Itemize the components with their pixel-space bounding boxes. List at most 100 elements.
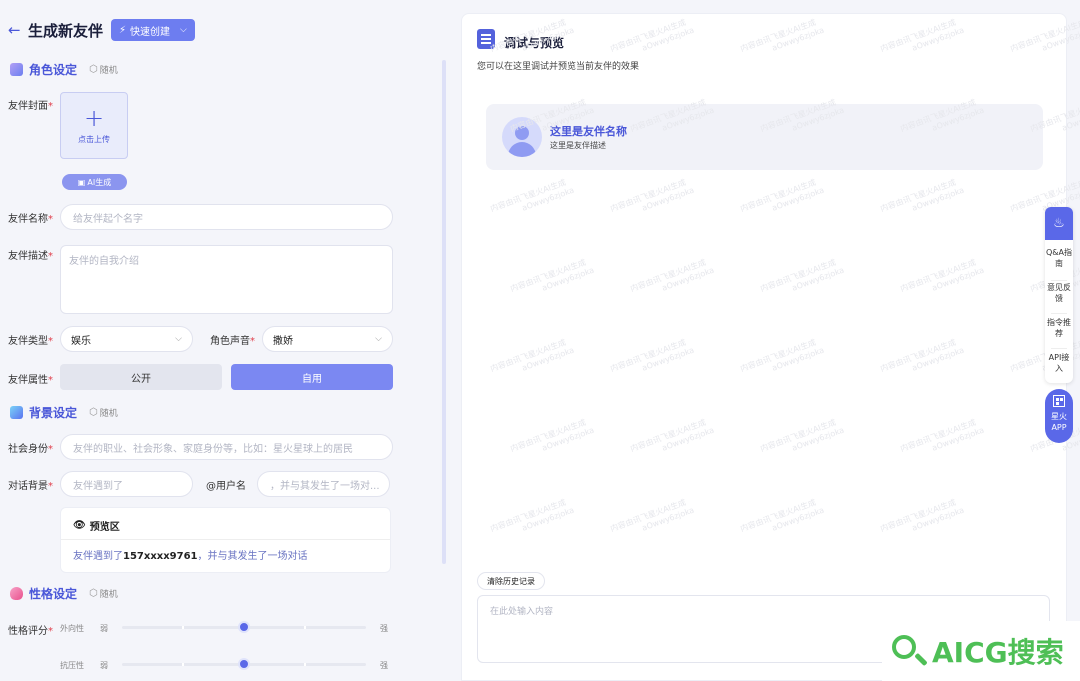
- identity-input[interactable]: 友伴的职业、社会形象、家庭身份等，比如：星火星球上的居民: [60, 434, 393, 460]
- preview-divider: [61, 539, 390, 540]
- chevron-down-icon: ⌵: [180, 25, 187, 35]
- slider-extraversion-weak: 弱: [100, 624, 108, 633]
- slider-resilience-knob[interactable]: [238, 658, 250, 670]
- page-title: 生成新友伴: [28, 21, 104, 40]
- side-divider: [1051, 280, 1067, 281]
- required-mark: *: [48, 214, 53, 225]
- random-personality-button[interactable]: ⬡ 随机: [89, 587, 118, 600]
- type-label-text: 友伴类型: [8, 336, 48, 347]
- preview-suffix: ，并与其发生了一场对话: [197, 551, 308, 562]
- side-item-qa-label: Q&A指南: [1045, 248, 1072, 268]
- spark-app-label: 星火APP: [1051, 412, 1067, 432]
- section-personality: 性格设定 ⬡ 随机: [10, 585, 118, 602]
- cover-label: 友伴封面*: [8, 97, 53, 112]
- name-input[interactable]: 给友伴起个名字: [60, 204, 393, 230]
- dialog-input-end[interactable]: ，并与其发生了一场对...: [257, 471, 390, 497]
- spark-app-button[interactable]: 星火APP: [1045, 389, 1073, 443]
- section-background: 背景设定 ⬡ 随机: [10, 404, 118, 421]
- companion-desc: 这里是友伴描述: [550, 141, 606, 150]
- chat-input-placeholder: 在此处输入内容: [490, 607, 554, 617]
- required-mark: *: [48, 375, 53, 386]
- cube-icon: ⬡: [89, 64, 98, 75]
- image-icon: ▣: [77, 177, 86, 187]
- back-arrow-icon[interactable]: ←: [8, 21, 21, 39]
- voice-label: 角色声音*: [210, 332, 255, 347]
- dialog-input-start[interactable]: 友伴遇到了: [60, 471, 193, 497]
- side-item-api[interactable]: API接入: [1045, 352, 1073, 374]
- voice-select[interactable]: 撒娇 ⌵: [262, 326, 393, 352]
- side-divider: [1051, 348, 1067, 349]
- required-mark: *: [250, 336, 255, 347]
- cube-icon: ⬡: [89, 407, 98, 418]
- side-item-qa[interactable]: Q&A指南: [1045, 247, 1073, 269]
- ai-generate-label: AI生成: [87, 177, 112, 187]
- clear-history-button[interactable]: 清除历史记录: [477, 572, 545, 590]
- preview-user: 157xxxx9761: [123, 551, 198, 562]
- identity-label-text: 社会身份: [8, 444, 48, 455]
- role-section-icon: [10, 63, 23, 76]
- companion-form-panel: ← 生成新友伴 ⚡ 快速创建 ⌵ 角色设定 ⬡ 随机 友伴封面* + 点击上传 ▣…: [0, 0, 452, 681]
- attr-private-button[interactable]: 自用: [231, 364, 393, 390]
- required-mark: *: [48, 251, 53, 262]
- desc-label: 友伴描述*: [8, 247, 53, 262]
- side-item-feedback[interactable]: 意见反馈: [1045, 282, 1073, 304]
- voice-label-text: 角色声音: [210, 336, 250, 347]
- preview-title: 预览区: [89, 522, 120, 533]
- identity-label: 社会身份*: [8, 440, 53, 455]
- random-label: 随机: [99, 66, 118, 76]
- attr-label: 友伴属性*: [8, 371, 53, 386]
- upload-text: 点击上传: [78, 135, 110, 144]
- ai-generate-button[interactable]: ▣ AI生成: [62, 174, 127, 190]
- type-select[interactable]: 娱乐 ⌵: [60, 326, 193, 352]
- form-scrollbar[interactable]: [442, 60, 446, 564]
- required-mark: *: [48, 101, 53, 112]
- aicg-logo: AICG搜索: [882, 621, 1080, 681]
- aicg-logo-text: AICG搜索: [932, 636, 1064, 669]
- name-label: 友伴名称*: [8, 210, 53, 225]
- attr-public-button[interactable]: 公开: [60, 364, 222, 390]
- plus-icon: +: [83, 104, 105, 132]
- side-item-commands-label: 指令推荐: [1047, 318, 1071, 338]
- background-section-icon: [10, 406, 23, 419]
- form-header: ← 生成新友伴 ⚡ 快速创建 ⌵: [8, 17, 195, 43]
- slider-tick: [182, 626, 184, 629]
- side-item-commands[interactable]: 指令推荐: [1045, 317, 1073, 339]
- slider-resilience-weak: 弱: [100, 661, 108, 670]
- dialog-placeholder: 友伴遇到了: [73, 480, 123, 492]
- preview-header: 👁 预览区: [73, 518, 120, 533]
- lightning-icon: ⚡: [119, 24, 127, 36]
- spark-icon[interactable]: ♨: [1045, 207, 1073, 240]
- quick-create-dropdown[interactable]: ⚡ 快速创建 ⌵: [111, 19, 195, 41]
- cover-label-text: 友伴封面: [8, 101, 48, 112]
- attr-label-text: 友伴属性: [8, 375, 48, 386]
- attr-private-label: 自用: [302, 373, 322, 385]
- heart-icon: [10, 587, 23, 600]
- slider-resilience-name: 抗压性: [60, 661, 84, 670]
- at-user-label: @用户名: [206, 481, 246, 492]
- section-role: 角色设定 ⬡ 随机: [10, 61, 118, 78]
- slider-resilience-strong: 强: [380, 661, 388, 670]
- magnifier-icon: [890, 631, 930, 671]
- random-role-button[interactable]: ⬡ 随机: [89, 63, 118, 76]
- desc-placeholder: 友伴的自我介绍: [69, 256, 139, 267]
- attr-public-label: 公开: [131, 373, 151, 385]
- cube-icon: ⬡: [89, 588, 98, 599]
- eye-icon: 👁: [73, 520, 86, 531]
- cover-upload-button[interactable]: + 点击上传: [60, 92, 128, 159]
- slider-extraversion-knob[interactable]: [238, 621, 250, 633]
- name-placeholder: 给友伴起个名字: [73, 213, 143, 225]
- dialog-label-text: 对话背景: [8, 481, 48, 492]
- desc-textarea[interactable]: 友伴的自我介绍: [60, 245, 393, 314]
- random-background-button[interactable]: ⬡ 随机: [89, 406, 118, 419]
- preview-prefix: 友伴遇到了: [73, 551, 123, 562]
- side-toolbar: ♨ Q&A指南 意见反馈 指令推荐 API接入: [1045, 207, 1073, 383]
- type-value: 娱乐: [71, 335, 91, 347]
- required-mark: *: [48, 444, 53, 455]
- slider-extraversion-strong: 强: [380, 624, 388, 633]
- preview-text: 友伴遇到了157xxxx9761，并与其发生了一场对话: [73, 547, 308, 562]
- score-label: 性格评分*: [8, 622, 53, 637]
- side-item-feedback-label: 意见反馈: [1047, 283, 1071, 303]
- voice-value: 撒娇: [273, 335, 293, 347]
- slider-extraversion-name: 外向性: [60, 624, 84, 633]
- required-mark: *: [48, 481, 53, 492]
